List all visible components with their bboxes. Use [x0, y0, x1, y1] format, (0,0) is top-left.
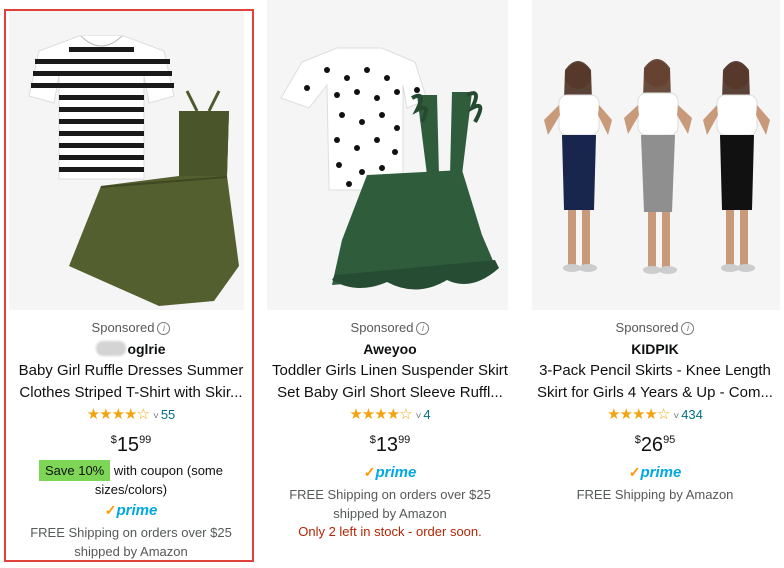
product-card-3[interactable]: Sponsored i KIDPIK 3-Pack Pencil Skirts -…	[526, 0, 784, 568]
review-count-link[interactable]: 434	[681, 407, 703, 422]
product-title-line-1[interactable]: Baby Girl Ruffle Dresses Summer	[0, 360, 262, 382]
product-title-line-2[interactable]: Set Baby Girl Short Sleeve Ruffl...	[262, 382, 518, 404]
sponsored-text: Sponsored	[350, 320, 414, 335]
prime-label: prime	[375, 464, 417, 481]
sponsored-label: Sponsored i	[262, 320, 518, 335]
price[interactable]: $1599	[0, 434, 262, 457]
brand-blur-mask	[96, 341, 127, 356]
prime-label: prime	[116, 502, 158, 519]
shipping-line-1: FREE Shipping on orders over $25	[30, 525, 232, 540]
price-fraction: 99	[139, 434, 152, 446]
rating-row[interactable]: ★★★★☆ ˅ 55	[0, 405, 262, 423]
product-title-line-2[interactable]: Skirt for Girls 4 Years & Up - Com...	[526, 382, 784, 404]
product-title-line-1[interactable]: Toddler Girls Linen Suspender Skirt	[262, 360, 518, 382]
chevron-down-icon[interactable]: ˅	[153, 411, 159, 422]
product-card-2[interactable]: Sponsored i Aweyoo Toddler Girls Linen Su…	[262, 0, 518, 568]
shipping-line-1: FREE Shipping by Amazon	[576, 487, 734, 502]
prime-badge: ✓prime	[526, 464, 784, 482]
coupon-badge: Save 10%	[38, 460, 111, 481]
coupon-text: with coupon (some	[113, 463, 223, 478]
rating-row[interactable]: ★★★★☆ ˅ 434	[526, 405, 784, 423]
product-card-1[interactable]: Sponsored i oglrie Baby Girl Ruffle Dress…	[0, 0, 262, 568]
prime-label: prime	[640, 464, 682, 481]
product-image-1[interactable]	[9, 11, 244, 310]
chevron-down-icon[interactable]: ˅	[416, 411, 422, 422]
pencil-skirts-three-girls-image	[532, 0, 780, 310]
price-fraction: 99	[398, 434, 411, 446]
coupon-row: Save 10% with coupon (some	[0, 460, 262, 481]
sponsored-label: Sponsored i	[526, 320, 784, 335]
rating-row[interactable]: ★★★★☆ ˅ 4	[262, 405, 518, 423]
prime-check-icon: ✓	[104, 502, 117, 518]
prime-badge: ✓prime	[262, 464, 518, 482]
price-whole: 13	[375, 434, 399, 456]
sponsored-label: Sponsored i	[0, 320, 262, 335]
info-icon[interactable]: i	[416, 322, 430, 335]
star-rating-icon[interactable]: ★★★★☆	[87, 406, 150, 423]
prime-badge: ✓prime	[0, 502, 262, 520]
brand-text: oglrie	[127, 341, 166, 357]
polka-dot-suspender-skirt-image	[267, 0, 508, 310]
product-image-3[interactable]	[532, 0, 780, 310]
sponsored-text: Sponsored	[615, 320, 679, 335]
striped-tshirt-dress-image	[9, 11, 244, 310]
brand-name[interactable]: Aweyoo	[262, 341, 518, 357]
stock-warning: Only 2 left in stock - order soon.	[298, 524, 482, 539]
shipping-line-1: FREE Shipping on orders over $25	[289, 487, 491, 502]
price[interactable]: $2695	[526, 434, 784, 457]
product-image-2[interactable]	[267, 0, 508, 310]
brand-name[interactable]: oglrie	[0, 341, 262, 357]
shipping-line-2: shipped by Amazon	[333, 506, 447, 521]
product-title-line-2[interactable]: Clothes Striped T-Shirt with Skir...	[0, 382, 262, 404]
product-title-line-1[interactable]: 3-Pack Pencil Skirts - Knee Length	[526, 360, 784, 382]
star-rating-icon[interactable]: ★★★★☆	[607, 406, 670, 423]
price-whole: 15	[116, 434, 140, 456]
sponsored-text: Sponsored	[91, 320, 155, 335]
price[interactable]: $1399	[262, 434, 518, 457]
info-icon[interactable]: i	[681, 322, 695, 335]
review-count-link[interactable]: 55	[161, 407, 175, 422]
review-count-link[interactable]: 4	[423, 407, 430, 422]
chevron-down-icon[interactable]: ˅	[673, 411, 679, 422]
prime-check-icon: ✓	[628, 464, 641, 480]
coupon-text-line-2: sizes/colors)	[94, 482, 168, 497]
brand-name[interactable]: KIDPIK	[526, 341, 784, 357]
star-rating-icon[interactable]: ★★★★☆	[349, 406, 412, 423]
price-whole: 26	[640, 434, 664, 456]
shipping-line-2: shipped by Amazon	[74, 544, 188, 559]
info-icon[interactable]: i	[157, 322, 171, 335]
prime-check-icon: ✓	[363, 464, 376, 480]
price-fraction: 95	[663, 434, 676, 446]
